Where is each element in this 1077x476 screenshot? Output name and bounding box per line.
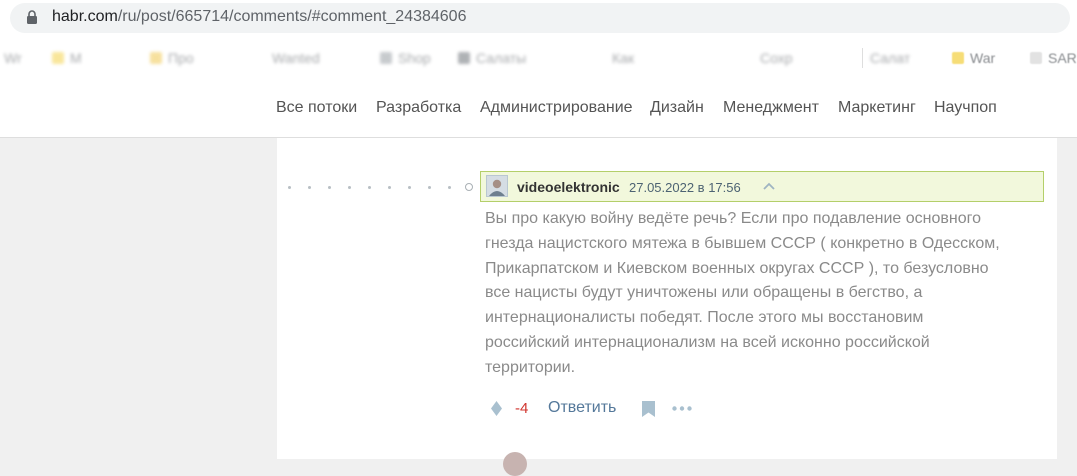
- nav-item-administration[interactable]: Администрирование: [480, 99, 633, 117]
- site-icon: [380, 52, 392, 64]
- bookmark-label: Shop: [398, 50, 431, 66]
- bookmark-item[interactable]: Салат: [870, 50, 910, 66]
- folder-icon: [52, 52, 64, 64]
- comment-author[interactable]: videoelektronic: [517, 179, 620, 195]
- comment-line: гнезда нацистского мятежа в бывшем СССР …: [485, 234, 1000, 252]
- nav-item-development[interactable]: Разработка: [376, 99, 461, 117]
- bookmark-icon[interactable]: [642, 401, 655, 417]
- bookmark-label: Wr: [4, 50, 22, 66]
- comment-line: Вы про какую войну ведёте речь? Если про…: [485, 210, 982, 227]
- bookmark-item[interactable]: Как: [612, 50, 634, 66]
- bookmark-label: War: [970, 50, 996, 66]
- bookmark-label: Wanted: [272, 50, 320, 66]
- site-icon: [458, 52, 470, 64]
- user-avatar[interactable]: [486, 175, 508, 197]
- bookmark-item[interactable]: War: [952, 50, 995, 66]
- bookmark-label: Салат: [870, 50, 911, 66]
- url-host: habr.com: [52, 8, 118, 25]
- reply-button[interactable]: Ответить: [548, 399, 616, 417]
- comment-line: все нацисты будут уничтожены или обращен…: [485, 284, 923, 302]
- nav-item-management[interactable]: Менеджмент: [723, 99, 819, 117]
- bookmark-item[interactable]: Салаты: [458, 50, 526, 66]
- next-comment-avatar[interactable]: [503, 452, 527, 476]
- nav-item-all-flows[interactable]: Все потоки: [276, 99, 357, 117]
- vote-diamond-icon[interactable]: [491, 401, 502, 416]
- bookmarks-bar: Wr M Про Wanted Shop Салаты Как Сохр Сал…: [0, 36, 1077, 80]
- bookmark-item[interactable]: Shop: [380, 50, 431, 66]
- lock-icon[interactable]: [26, 10, 38, 24]
- bookmark-item[interactable]: Про: [150, 50, 194, 66]
- comment-line: Прикарпатском и Киевском военных округах…: [485, 259, 989, 277]
- bookmark-item[interactable]: Сохр: [760, 50, 793, 66]
- comment-line: территории.: [485, 358, 576, 376]
- nav-item-marketing[interactable]: Маркетинг: [838, 99, 916, 117]
- bookmark-label: M: [70, 50, 82, 66]
- site-navigation: Все потоки Разработка Администрирование …: [0, 80, 1077, 138]
- bookmark-label: Про: [168, 50, 194, 66]
- url-path: /ru/post/665714/comments/#comment_243846…: [117, 8, 467, 25]
- bookmark-item[interactable]: Wanted: [272, 50, 320, 66]
- bookmark-item[interactable]: Wr: [4, 50, 22, 66]
- folder-icon: [150, 52, 162, 64]
- comment-score: -4: [515, 400, 529, 417]
- thread-branch-line[interactable]: [288, 186, 468, 190]
- bookmark-item[interactable]: M: [52, 50, 82, 66]
- bookmarks-separator: [862, 48, 863, 68]
- comment-body: Вы про какую войну ведёте речь? Если про…: [485, 207, 1045, 381]
- browser-address-bar: habr.com/ru/post/665714/comments/#commen…: [0, 0, 1077, 36]
- chevron-up-icon[interactable]: [762, 181, 776, 191]
- comment-timestamp[interactable]: 27.05.2022 в 17:56: [629, 180, 741, 195]
- folder-icon: [952, 52, 964, 64]
- bookmark-label: SAR: [1048, 50, 1077, 66]
- feather-icon: [1030, 52, 1042, 64]
- bookmark-label: Салаты: [476, 50, 527, 66]
- more-dots-icon[interactable]: [672, 406, 692, 411]
- bookmark-item[interactable]: SAR: [1030, 50, 1077, 66]
- bookmark-label: Как: [612, 50, 635, 66]
- comment-line: российский интернационализм на всей иско…: [485, 333, 930, 351]
- comment-line: интернационалисты победят. После этого м…: [485, 309, 924, 327]
- address-url[interactable]: habr.com/ru/post/665714/comments/#commen…: [52, 8, 466, 26]
- nav-item-design[interactable]: Дизайн: [650, 99, 704, 117]
- bookmark-label: Сохр: [760, 50, 793, 66]
- nav-item-popsci[interactable]: Научпоп: [934, 99, 997, 117]
- thread-node-circle[interactable]: [465, 183, 473, 191]
